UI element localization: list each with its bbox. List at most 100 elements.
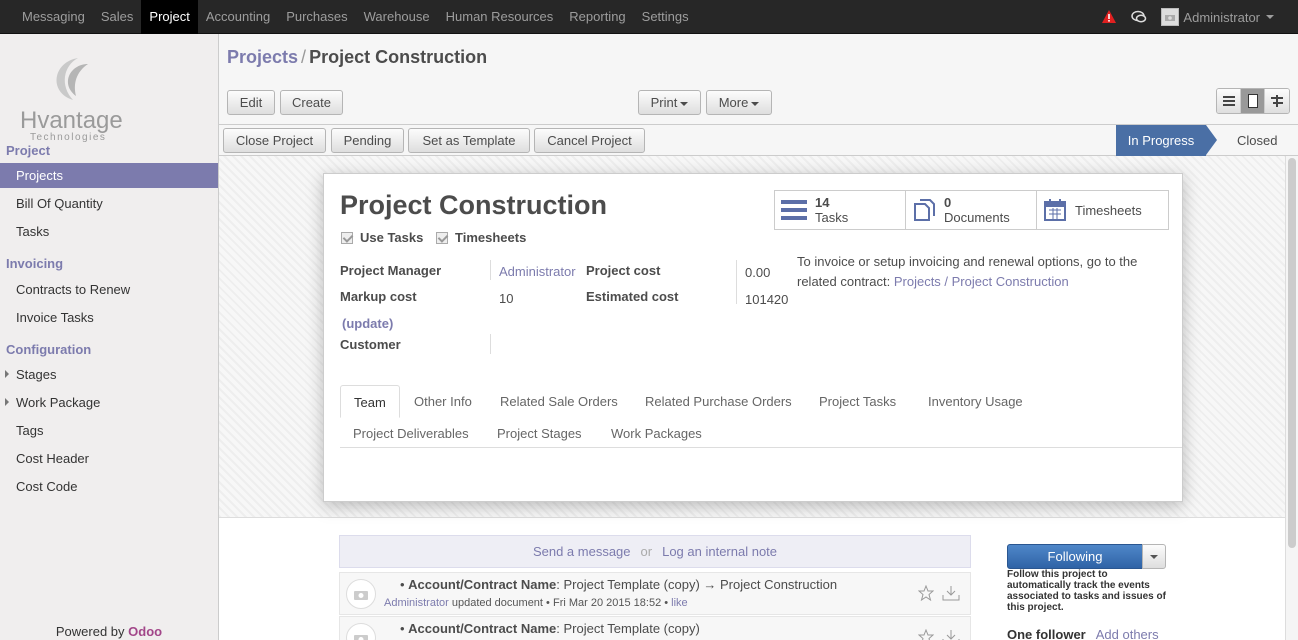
company-logo: Hvantage Technologies [20,58,123,142]
use-tasks-label: Use Tasks [360,230,424,245]
print-button[interactable]: Print [638,90,701,115]
menu-project[interactable]: Project [141,0,198,34]
sidebar-item-cost-header[interactable]: Cost Header [0,446,218,471]
caret-down-icon [680,101,689,106]
breadcrumb-separator: / [301,47,307,67]
menu-messaging[interactable]: Messaging [14,0,93,34]
project-cost-value: 0.00 [745,265,771,280]
related-contract-link[interactable]: Projects / Project Construction [894,274,1069,289]
odoo-link[interactable]: Odoo [128,624,162,639]
menu-human-resources[interactable]: Human Resources [438,0,562,34]
sidebar-item-label: Work Package [16,395,101,410]
menu-accounting[interactable]: Accounting [198,0,278,34]
message-change: : Project Template (copy) [556,621,700,636]
checkbox-icon[interactable] [341,231,353,244]
message-body: • Account/Contract Name: Project Templat… [400,577,838,592]
form-icon [1247,94,1258,108]
powered-by: Powered by Odoo [0,624,218,639]
scrollbar-thumb[interactable] [1288,158,1296,548]
tab-inventory-usage[interactable]: Inventory Usage [915,385,1036,418]
close-project-button[interactable]: Close Project [223,128,326,153]
tab-team[interactable]: Team [340,385,400,418]
add-others-link[interactable]: Add others [1096,627,1159,640]
scrollbar[interactable] [1285,156,1298,640]
view-switcher [1216,88,1290,114]
sidebar-item-bill-of-quantity[interactable]: Bill Of Quantity [0,191,218,216]
sidebar-item-tasks[interactable]: Tasks [0,219,218,244]
star-icon[interactable] [918,629,934,640]
chevron-down-icon[interactable] [1266,15,1274,19]
user-avatar[interactable] [1161,8,1180,26]
svg-text:Technologies: Technologies [30,132,106,142]
main-content: Projects / Project Construction Edit Creat… [219,34,1298,640]
message-avatar [346,579,376,609]
user-name[interactable]: Administrator [1183,10,1260,25]
checkbox-icon[interactable] [436,231,448,244]
markup-cost-value: 10 [499,291,514,306]
send-message-link[interactable]: Send a message [533,544,631,559]
sidebar-item-cost-code[interactable]: Cost Code [0,474,218,499]
update-link[interactable]: (update) [342,316,393,331]
menu-settings[interactable]: Settings [634,0,697,34]
tasks-count: 14 [815,195,830,210]
create-button[interactable]: Create [280,90,343,115]
archive-icon[interactable] [942,585,960,601]
pending-button[interactable]: Pending [331,128,404,153]
documents-smart-button[interactable]: 0 Documents [906,191,1037,229]
sidebar-item-stages[interactable]: Stages [0,362,218,387]
tab-other-info[interactable]: Other Info [401,385,485,418]
gantt-icon [1271,95,1283,107]
stage-in-progress[interactable]: In Progress [1116,125,1206,156]
more-button[interactable]: More [706,90,772,115]
star-icon[interactable] [918,585,934,601]
stage-arrow [1206,125,1217,155]
field-divider [490,334,491,354]
more-label: More [718,95,749,110]
tab-work-packages[interactable]: Work Packages [598,417,715,450]
sidebar-item-projects[interactable]: Projects [0,163,218,188]
following-dropdown-toggle[interactable] [1142,544,1166,569]
sidebar-item-invoice-tasks[interactable]: Invoice Tasks [0,305,218,330]
warning-icon[interactable] [1101,9,1117,25]
log-note-link[interactable]: Log an internal note [662,544,777,559]
tab-related-sale-orders[interactable]: Related Sale Orders [487,385,631,418]
sidebar-item-work-package[interactable]: Work Package [0,390,218,415]
timesheets-smart-button[interactable]: Timesheets [1037,191,1168,229]
sidebar-item-tags[interactable]: Tags [0,418,218,443]
camera-icon [354,635,368,640]
list-view-button[interactable] [1217,89,1241,113]
tab-related-purchase-orders[interactable]: Related Purchase Orders [632,385,805,418]
use-tasks-checkbox[interactable]: Use Tasks [341,230,423,245]
message-author[interactable]: Administrator [384,597,449,609]
tab-project-stages[interactable]: Project Stages [484,417,595,450]
tab-project-deliverables[interactable]: Project Deliverables [340,417,482,450]
form-view-button[interactable] [1241,89,1265,113]
cancel-project-button[interactable]: Cancel Project [534,128,645,153]
project-manager-value[interactable]: Administrator [499,264,576,279]
following-button[interactable]: Following [1007,544,1143,569]
menu-warehouse[interactable]: Warehouse [356,0,438,34]
project-cost-label: Project cost [586,263,661,278]
message-field: Account/Contract Name [408,621,557,636]
tab-project-tasks[interactable]: Project Tasks [806,385,909,418]
menu-purchases[interactable]: Purchases [278,0,355,34]
sidebar-item-contracts-to-renew[interactable]: Contracts to Renew [0,277,218,302]
menu-reporting[interactable]: Reporting [561,0,633,34]
message-body: • Account/Contract Name: Project Templat… [400,621,700,636]
breadcrumb-projects-link[interactable]: Projects [227,47,298,67]
menu-sales[interactable]: Sales [93,0,142,34]
expand-triangle-icon[interactable] [5,370,9,378]
breadcrumb-current: Project Construction [309,47,488,67]
set-as-template-button[interactable]: Set as Template [408,128,530,153]
gantt-view-button[interactable] [1265,89,1289,113]
stage-closed[interactable]: Closed [1237,125,1277,156]
expand-triangle-icon[interactable] [5,398,9,406]
documents-icon [914,199,935,221]
like-link[interactable]: like [671,597,688,609]
timesheets-checkbox[interactable]: Timesheets [436,230,526,245]
archive-icon[interactable] [942,629,960,640]
chatter-message: • Account/Contract Name: Project Templat… [339,616,971,640]
edit-button[interactable]: Edit [227,90,275,115]
chat-icon[interactable] [1131,9,1147,25]
tasks-smart-button[interactable]: 14 Tasks [775,191,906,229]
